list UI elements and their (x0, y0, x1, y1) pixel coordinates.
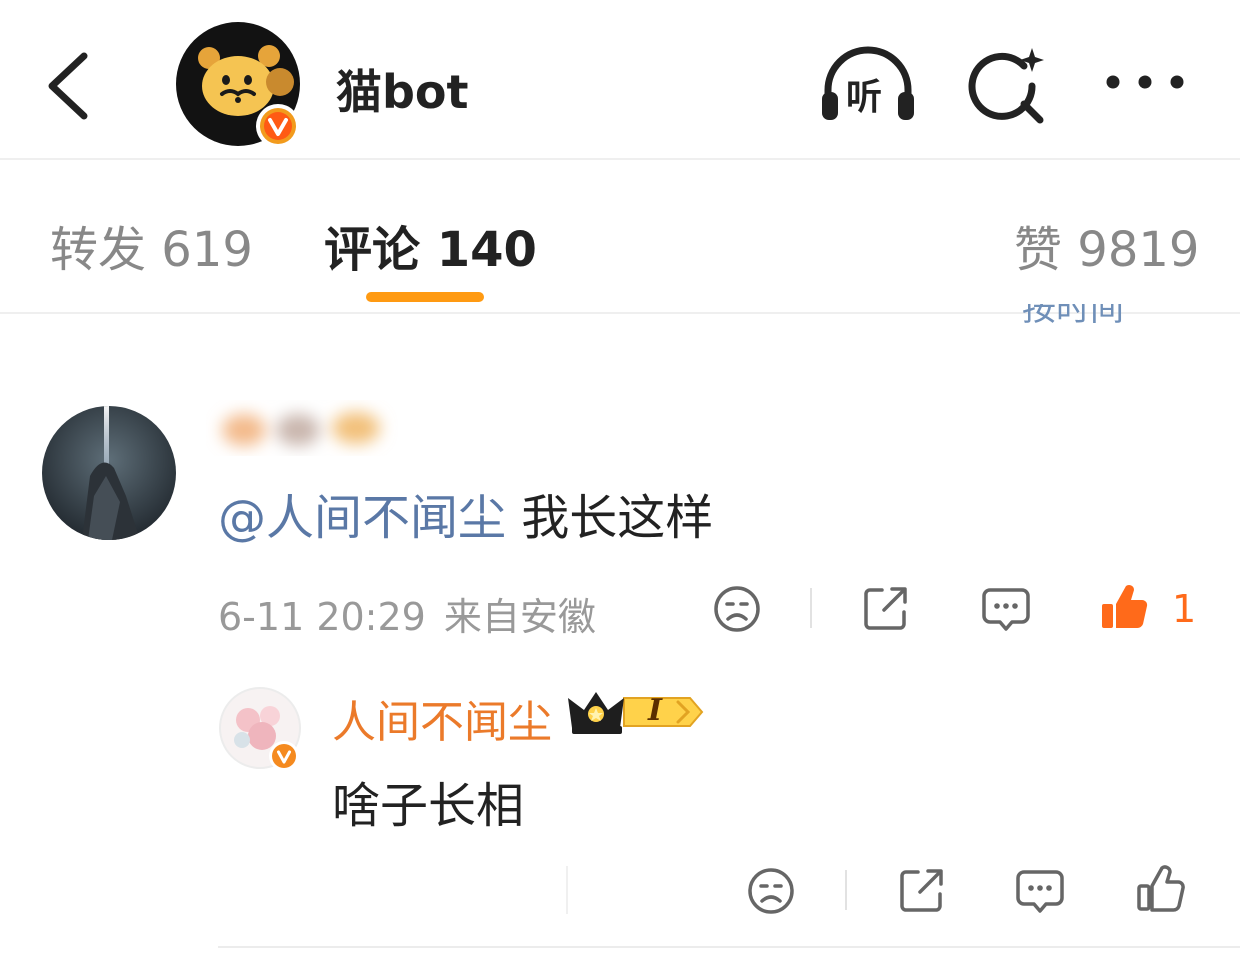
sort-label: 按时间 (1022, 304, 1124, 329)
tab-repost-count: 619 (161, 222, 253, 278)
tab-like[interactable]: 赞 9819 (1014, 210, 1199, 280)
verified-v-icon (269, 741, 299, 771)
reply-text: 啥子长相 (332, 778, 525, 834)
comment-like-button[interactable] (1098, 580, 1152, 638)
share-icon (900, 869, 943, 912)
tab-like-label: 赞 (1014, 222, 1063, 278)
commenter-avatar[interactable] (42, 406, 176, 540)
tab-comment-label: 评论 (324, 222, 421, 278)
comment-bubble-icon (1016, 870, 1064, 913)
thumbs-up-icon (1137, 865, 1185, 912)
more-dots-icon (1106, 75, 1184, 89)
tab-comment-count: 140 (436, 222, 537, 278)
account-name[interactable]: 猫bot (336, 56, 469, 122)
comment-share-button[interactable] (860, 582, 912, 638)
listen-button[interactable]: 听 (816, 42, 920, 126)
crown-badge-icon (568, 692, 704, 734)
comment-bubble-icon (982, 588, 1030, 631)
reply-comment-button[interactable] (1014, 866, 1066, 920)
reply-dislike-button[interactable] (746, 866, 796, 920)
search-button[interactable] (966, 42, 1050, 126)
search-sparkle-icon (968, 48, 1044, 124)
comment-mention[interactable]: @人间不闻尘 (218, 490, 506, 546)
tab-like-count: 9819 (1077, 222, 1200, 278)
comment-like-count: 1 (1172, 587, 1197, 631)
listen-label: 听 (846, 77, 883, 118)
commenter-name-blurred[interactable] (206, 400, 416, 456)
comment-meta: 6-11 20:29 来自安徽 (218, 586, 596, 641)
back-button[interactable] (40, 44, 100, 124)
reply-like-button[interactable] (1134, 862, 1188, 920)
top-bar: 猫bot 听 (0, 0, 1240, 160)
sad-face-icon (748, 868, 794, 914)
chevron-left-icon (48, 52, 88, 120)
comment-text: @人间不闻尘 我长这样 (218, 478, 713, 548)
verified-v-icon (256, 104, 300, 148)
sad-face-icon (714, 586, 760, 632)
replier-avatar[interactable] (218, 686, 302, 771)
share-icon (864, 587, 907, 630)
tab-bar: 转发 619 评论 140 赞 9819 (0, 162, 1240, 314)
reply-share-button[interactable] (896, 864, 948, 920)
thumbs-up-filled-icon (1102, 585, 1148, 629)
tab-repost-label: 转发 (50, 222, 147, 278)
active-tab-indicator (366, 292, 484, 302)
comment-reply-button[interactable] (980, 584, 1032, 638)
member-badge-level: I (648, 693, 663, 728)
account-avatar[interactable] (176, 22, 300, 148)
faint-divider (566, 866, 568, 914)
replier-name[interactable]: 人间不闻尘 (332, 686, 552, 750)
comment-dislike-button[interactable] (712, 584, 762, 638)
sort-toggle[interactable]: 按时间 (1022, 304, 1124, 330)
tab-comment[interactable]: 评论 140 (324, 210, 537, 280)
action-divider (845, 870, 847, 910)
tab-repost[interactable]: 转发 619 (50, 210, 253, 280)
comment-body: 我长这样 (506, 490, 714, 546)
member-badge[interactable]: I (566, 684, 706, 740)
bottom-divider (218, 946, 1240, 948)
comment-location: 来自安徽 (443, 595, 596, 639)
comment-time: 6-11 20:29 (218, 595, 426, 639)
action-divider (810, 588, 812, 628)
more-button[interactable] (1100, 60, 1190, 104)
